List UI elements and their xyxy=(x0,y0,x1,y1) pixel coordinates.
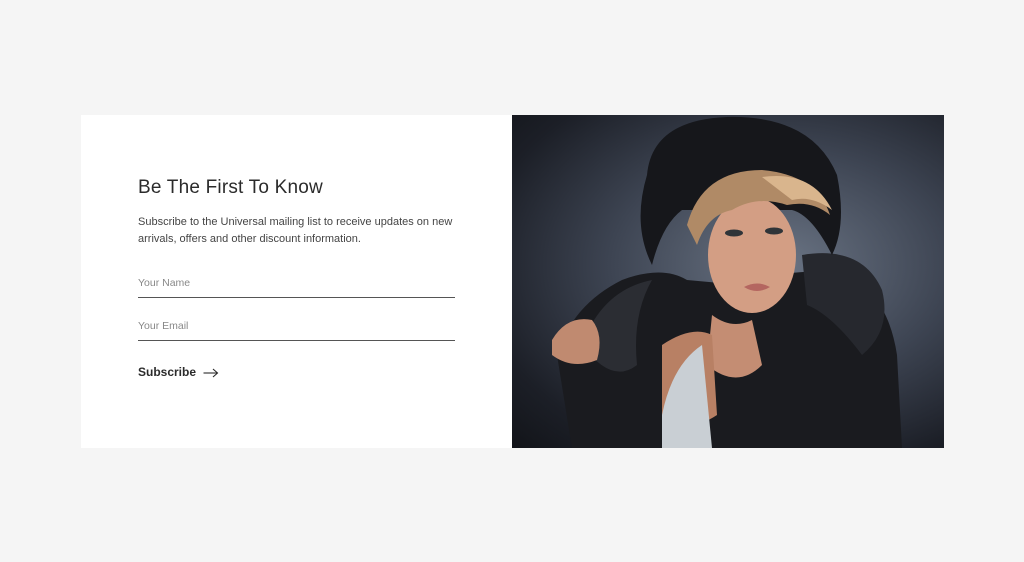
newsletter-form-panel: Be The First To Know Subscribe to the Un… xyxy=(81,115,512,448)
newsletter-card: Be The First To Know Subscribe to the Un… xyxy=(81,115,944,448)
subscribe-button[interactable]: Subscribe xyxy=(138,365,219,379)
subscribe-label: Subscribe xyxy=(138,365,197,379)
name-input[interactable] xyxy=(138,269,455,298)
arrow-right-icon xyxy=(203,367,219,378)
newsletter-title: Be The First To Know xyxy=(138,177,323,198)
email-input[interactable] xyxy=(138,312,455,341)
newsletter-description: Subscribe to the Universal mailing list … xyxy=(138,216,453,245)
model-photo-illustration xyxy=(552,116,902,448)
model-photo xyxy=(512,115,944,448)
